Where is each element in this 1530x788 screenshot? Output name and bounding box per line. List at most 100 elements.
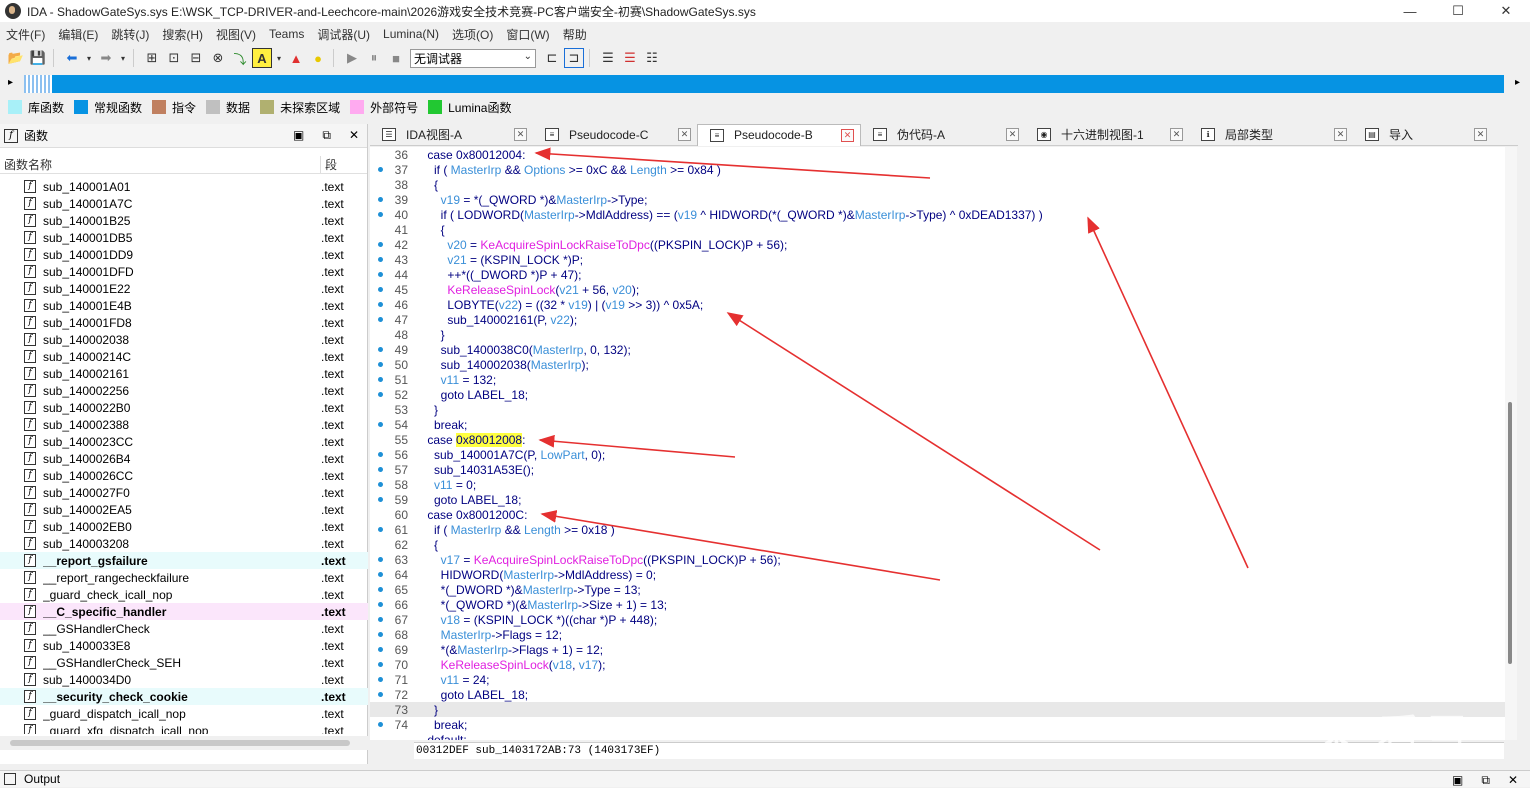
menu-item[interactable]: Lumina(N) <box>383 27 439 41</box>
tab-close-icon[interactable]: ✕ <box>1474 127 1487 141</box>
breakpoint-icon[interactable]: ▲ <box>286 48 306 68</box>
code-line[interactable]: 44 ++*((_DWORD *)P + 47); <box>370 267 1505 282</box>
code-line[interactable]: 64 HIDWORD(MasterIrp->MdlAddress) = 0; <box>370 567 1505 582</box>
function-row[interactable]: f sub_1400026CC .text <box>0 467 368 484</box>
line-dot-icon[interactable] <box>378 587 383 592</box>
code-line[interactable]: 66 *(_QWORD *)(&MasterIrp->Size + 1) = 1… <box>370 597 1505 612</box>
forward-icon[interactable]: ➡ <box>96 48 116 68</box>
code-line[interactable]: 62 { <box>370 537 1505 552</box>
code-line[interactable]: 49 sub_1400038C0(MasterIrp, 0, 132); <box>370 342 1505 357</box>
function-row[interactable]: f sub_14000214C .text <box>0 348 368 365</box>
line-dot-icon[interactable] <box>378 632 383 637</box>
function-row[interactable]: f sub_1400034D0 .text <box>0 671 368 688</box>
tab-close-icon[interactable]: ✕ <box>1170 127 1183 141</box>
tab-1[interactable]: ☰ IDA视图-A ✕ <box>370 124 533 146</box>
function-row[interactable]: f sub_140002256 .text <box>0 382 368 399</box>
tab-close-icon[interactable]: ✕ <box>1334 127 1347 141</box>
line-dot-icon[interactable] <box>378 212 383 217</box>
menu-item[interactable]: 编辑(E) <box>58 26 98 43</box>
maximize-button[interactable]: ☐ <box>1434 0 1482 22</box>
function-row[interactable]: f __report_rangecheckfailure .text <box>0 569 368 586</box>
line-dot-icon[interactable] <box>378 197 383 202</box>
line-dot-icon[interactable] <box>378 302 383 307</box>
list-red-icon[interactable]: ☰ <box>620 48 640 68</box>
line-dot-icon[interactable] <box>378 602 383 607</box>
line-dot-icon[interactable] <box>378 692 383 697</box>
code-line[interactable]: 39 v19 = *(_QWORD *)&MasterIrp->Type; <box>370 192 1505 207</box>
tab-close-icon[interactable]: ✕ <box>514 127 527 141</box>
tab-close-icon[interactable]: ✕ <box>841 128 854 142</box>
function-row[interactable]: f _guard_dispatch_icall_nop .text <box>0 705 368 722</box>
editor-vertical-scrollbar[interactable] <box>1505 147 1517 740</box>
close-button[interactable]: ✕ <box>1482 0 1530 22</box>
pause-icon[interactable]: ⏸ <box>364 48 384 68</box>
menu-item[interactable]: 帮助 <box>563 26 587 43</box>
line-dot-icon[interactable] <box>378 242 383 247</box>
line-dot-icon[interactable] <box>378 347 383 352</box>
code-line[interactable]: 38 { <box>370 177 1505 192</box>
menu-item[interactable]: 搜索(H) <box>162 26 203 43</box>
function-row[interactable]: f sub_140002161 .text <box>0 365 368 382</box>
tab-close-icon[interactable]: ✕ <box>1006 127 1019 141</box>
text-icon[interactable]: A <box>252 48 272 68</box>
code-line[interactable]: 43 v21 = (KSPIN_LOCK *)P; <box>370 252 1505 267</box>
tab-6[interactable]: ℹ 局部类型 ✕ <box>1189 124 1353 146</box>
open-icon[interactable]: 📂 <box>6 48 26 68</box>
line-dot-icon[interactable] <box>378 557 383 562</box>
attach-icon[interactable]: ⊏ <box>542 48 562 68</box>
code-line[interactable]: 65 *(_DWORD *)&MasterIrp->Type = 13; <box>370 582 1505 597</box>
stop-icon[interactable]: ■ <box>386 48 406 68</box>
function-row[interactable]: f sub_1400023CC .text <box>0 433 368 450</box>
code-line[interactable]: 36 case 0x80012004: <box>370 147 1505 162</box>
function-row[interactable]: f sub_140001DFD .text <box>0 263 368 280</box>
function-row[interactable]: f _guard_check_icall_nop .text <box>0 586 368 603</box>
code-line[interactable]: 56 sub_140001A7C(P, LowPart, 0); <box>370 447 1505 462</box>
line-dot-icon[interactable] <box>378 257 383 262</box>
function-row[interactable]: f __security_check_cookie .text <box>0 688 368 705</box>
panel-restore-icon[interactable]: ▣ <box>1452 773 1463 788</box>
code-line[interactable]: 37 if ( MasterIrp && Options >= 0xC && L… <box>370 162 1505 177</box>
code-line[interactable]: 61 if ( MasterIrp && Length >= 0x18 ) <box>370 522 1505 537</box>
search-binary-icon[interactable]: ⊟ <box>186 48 206 68</box>
tab-2[interactable]: ≡ Pseudocode-C ✕ <box>533 124 697 146</box>
list-icon[interactable]: ☰ <box>598 48 618 68</box>
line-dot-icon[interactable] <box>378 527 383 532</box>
function-row[interactable]: f sub_140001FD8 .text <box>0 314 368 331</box>
code-line[interactable]: 52 goto LABEL_18; <box>370 387 1505 402</box>
debugger-select[interactable]: 无调试器 ⌄ <box>410 48 536 68</box>
code-line[interactable]: 57 sub_14031A53E(); <box>370 462 1505 477</box>
code-line[interactable]: 67 v18 = (KSPIN_LOCK *)((char *)P + 448)… <box>370 612 1505 627</box>
code-line[interactable]: 50 sub_140002038(MasterIrp); <box>370 357 1505 372</box>
line-dot-icon[interactable] <box>378 452 383 457</box>
code-line[interactable]: 45 KeReleaseSpinLock(v21 + 56, v20); <box>370 282 1505 297</box>
function-row[interactable]: f sub_140002038 .text <box>0 331 368 348</box>
save-icon[interactable]: 💾 <box>28 48 48 68</box>
panel-float-icon[interactable]: ⧉ <box>1481 773 1490 788</box>
panel-close-icon[interactable]: ✕ <box>349 128 359 143</box>
jump-icon[interactable]: ⊡ <box>164 48 184 68</box>
code-line[interactable]: 54 break; <box>370 417 1505 432</box>
code-line[interactable]: 48 } <box>370 327 1505 342</box>
code-line[interactable]: 51 v11 = 132; <box>370 372 1505 387</box>
line-dot-icon[interactable] <box>378 722 383 727</box>
function-row[interactable]: f __report_gsfailure .text <box>0 552 368 569</box>
function-row[interactable]: f _guard_xfg_dispatch_icall_nop .text <box>0 722 368 734</box>
function-row[interactable]: f __GSHandlerCheck .text <box>0 620 368 637</box>
line-dot-icon[interactable] <box>378 662 383 667</box>
function-row[interactable]: f sub_140001DD9 .text <box>0 246 368 263</box>
panel-restore-icon[interactable]: ▣ <box>293 128 304 143</box>
line-dot-icon[interactable] <box>378 647 383 652</box>
back-dropdown-icon[interactable]: ▾ <box>84 48 94 68</box>
function-row[interactable]: f __GSHandlerCheck_SEH .text <box>0 654 368 671</box>
code-line[interactable]: 58 v11 = 0; <box>370 477 1505 492</box>
function-row[interactable]: f sub_140001B25 .text <box>0 212 368 229</box>
function-row[interactable]: f __C_specific_handler .text <box>0 603 368 620</box>
function-row[interactable]: f sub_140001E22 .text <box>0 280 368 297</box>
nav-right-icon[interactable]: ▸ <box>1515 77 1520 88</box>
list-delete-icon[interactable]: ☷ <box>642 48 662 68</box>
function-row[interactable]: f sub_140003208 .text <box>0 535 368 552</box>
code-line[interactable]: 53 } <box>370 402 1505 417</box>
menu-item[interactable]: 跳转(J) <box>111 26 149 43</box>
function-row[interactable]: f sub_140001E4B .text <box>0 297 368 314</box>
function-row[interactable]: f sub_140001DB5 .text <box>0 229 368 246</box>
